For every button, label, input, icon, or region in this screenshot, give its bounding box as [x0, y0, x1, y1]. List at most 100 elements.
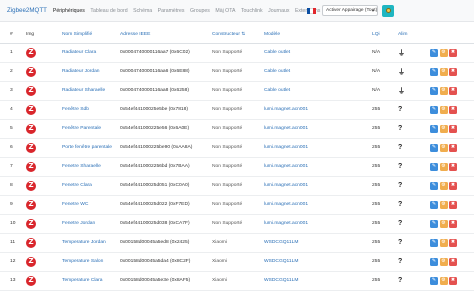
- language-flag-icon[interactable]: [307, 8, 316, 14]
- pairing-select[interactable]: Activer Appairage (Tout) ▼: [322, 5, 378, 16]
- col-header-lqi[interactable]: LQi: [372, 26, 398, 44]
- edit-icon[interactable]: ✎: [430, 181, 438, 190]
- edit-icon[interactable]: ✎: [430, 48, 438, 57]
- configure-icon[interactable]: ⚙: [439, 86, 448, 95]
- configure-icon[interactable]: ⚙: [439, 276, 448, 285]
- ieee-address: 0x54ef441000225e56 (0x6A0E): [120, 119, 212, 139]
- trash-icon[interactable]: ✖: [449, 105, 457, 114]
- model-link[interactable]: lumi.magnet.acn001: [264, 176, 372, 196]
- model-link[interactable]: Cable outlet: [264, 62, 372, 82]
- model-link[interactable]: lumi.magnet.acn001: [264, 138, 372, 158]
- configure-icon[interactable]: ⚙: [439, 219, 448, 228]
- trash-icon[interactable]: ✖: [449, 257, 457, 266]
- power-status: ⏚: [398, 87, 405, 95]
- device-name-link[interactable]: Fenetre Jordan: [62, 214, 120, 234]
- table-row: 9 Z Fenetre WC 0x54ef44100025d022 (0xF7E…: [0, 195, 474, 215]
- trash-icon[interactable]: ✖: [449, 86, 457, 95]
- device-name-link[interactable]: Temperature Jordan: [62, 233, 120, 253]
- ieee-address: 0x0004740000116aa8 (0x6258): [120, 81, 212, 101]
- device-name-link[interactable]: Fenetre Sharaelle: [62, 157, 120, 177]
- configure-icon[interactable]: ⚙: [439, 105, 448, 114]
- model-link[interactable]: lumi.magnet.acn001: [264, 157, 372, 177]
- model-link[interactable]: Cable outlet: [264, 81, 372, 101]
- col-header-maker[interactable]: Constructeur ⇅: [212, 26, 264, 44]
- nav-touchlink[interactable]: Touchlink: [241, 8, 263, 14]
- nav-logs[interactable]: Journaux: [268, 8, 289, 14]
- col-header-ieee[interactable]: Adresse IEEE: [120, 26, 212, 44]
- edit-icon[interactable]: ✎: [430, 105, 438, 114]
- model-link[interactable]: lumi.magnet.acn001: [264, 100, 372, 120]
- nav-ota[interactable]: Màj OTA: [215, 8, 235, 14]
- ieee-address: 0x54ef44100025e5be (0x7818): [120, 100, 212, 120]
- model-link[interactable]: WSDCGQ11LM: [264, 252, 372, 272]
- configure-icon[interactable]: ⚙: [439, 143, 448, 152]
- col-header-power[interactable]: Alim: [398, 26, 430, 44]
- edit-icon[interactable]: ✎: [430, 124, 438, 133]
- nav-devices[interactable]: Périphériques: [53, 8, 85, 14]
- edit-icon[interactable]: ✎: [430, 238, 438, 247]
- edit-icon[interactable]: ✎: [430, 219, 438, 228]
- power-source-icon: ?: [398, 214, 430, 234]
- device-name-link[interactable]: Porte fenêtre parentale: [62, 138, 120, 158]
- col-header-model[interactable]: Modèle: [264, 26, 372, 44]
- device-name-link[interactable]: Temperature Salon: [62, 252, 120, 272]
- power-source-icon: ?: [398, 252, 430, 272]
- nav-map[interactable]: Schéma: [133, 8, 152, 14]
- model-link[interactable]: WSDCGQ11LM: [264, 233, 372, 253]
- trash-icon[interactable]: ✖: [449, 181, 457, 190]
- trash-icon[interactable]: ✖: [449, 67, 457, 76]
- zigbee-logo-icon: Z: [26, 161, 36, 172]
- configure-icon[interactable]: ⚙: [439, 67, 448, 76]
- configure-icon[interactable]: ⚙: [439, 238, 448, 247]
- trash-icon[interactable]: ✖: [449, 162, 457, 171]
- trash-icon[interactable]: ✖: [449, 238, 457, 247]
- configure-icon[interactable]: ⚙: [439, 48, 448, 57]
- edit-icon[interactable]: ✎: [430, 86, 438, 95]
- trash-icon[interactable]: ✖: [449, 219, 457, 228]
- trash-icon[interactable]: ✖: [449, 124, 457, 133]
- nav-dashboard[interactable]: Tableau de bord: [90, 8, 127, 14]
- configure-icon[interactable]: ⚙: [439, 124, 448, 133]
- power-source-icon: ?: [398, 157, 430, 177]
- zigbee-logo-icon: Z: [26, 275, 36, 286]
- edit-icon[interactable]: ✎: [430, 67, 438, 76]
- trash-icon[interactable]: ✖: [449, 276, 457, 285]
- col-header-num[interactable]: #: [0, 26, 26, 44]
- row-actions: ✎ ⚙ ✖: [430, 214, 474, 234]
- zigbee-logo-icon: Z: [26, 85, 36, 96]
- model-link[interactable]: lumi.magnet.acn001: [264, 119, 372, 139]
- lqi-value: 255: [372, 119, 398, 139]
- col-header-actions: [430, 26, 474, 44]
- col-header-name[interactable]: Nom Simplifié: [62, 26, 120, 44]
- device-name-link[interactable]: Fenêtre Sdb: [62, 100, 120, 120]
- configure-icon[interactable]: ⚙: [439, 181, 448, 190]
- configure-icon[interactable]: ⚙: [439, 257, 448, 266]
- edit-icon[interactable]: ✎: [430, 143, 438, 152]
- trash-icon[interactable]: ✖: [449, 143, 457, 152]
- power-status: ?: [398, 220, 403, 227]
- device-name-link[interactable]: Radiateur Sharaelle: [62, 81, 120, 101]
- device-name-link[interactable]: Fenêtre Parentale: [62, 119, 120, 139]
- manufacturer: Non Supporté: [212, 176, 264, 196]
- configure-icon[interactable]: ⚙: [439, 162, 448, 171]
- device-name-link[interactable]: Radiateur Clara: [62, 43, 120, 63]
- device-name-link[interactable]: Fenetre Clara: [62, 176, 120, 196]
- nav-groups[interactable]: Groupes: [190, 8, 210, 14]
- device-name-link[interactable]: Radiateur Jordan: [62, 62, 120, 82]
- configure-icon[interactable]: ⚙: [439, 200, 448, 209]
- user-button[interactable]: [382, 4, 394, 17]
- edit-icon[interactable]: ✎: [430, 200, 438, 209]
- model-link[interactable]: Cable outlet: [264, 43, 372, 63]
- edit-icon[interactable]: ✎: [430, 276, 438, 285]
- trash-icon[interactable]: ✖: [449, 200, 457, 209]
- nav-settings[interactable]: Paramètres: [158, 8, 185, 14]
- brand-link[interactable]: Zigbee2MQTT: [7, 7, 47, 14]
- model-link[interactable]: lumi.magnet.acn001: [264, 214, 372, 234]
- model-link[interactable]: lumi.magnet.acn001: [264, 195, 372, 215]
- row-actions: ✎ ⚙ ✖: [430, 81, 474, 101]
- zigbee-logo-icon: Z: [26, 142, 36, 153]
- device-name-link[interactable]: Fenetre WC: [62, 195, 120, 215]
- trash-icon[interactable]: ✖: [449, 48, 457, 57]
- edit-icon[interactable]: ✎: [430, 257, 438, 266]
- edit-icon[interactable]: ✎: [430, 162, 438, 171]
